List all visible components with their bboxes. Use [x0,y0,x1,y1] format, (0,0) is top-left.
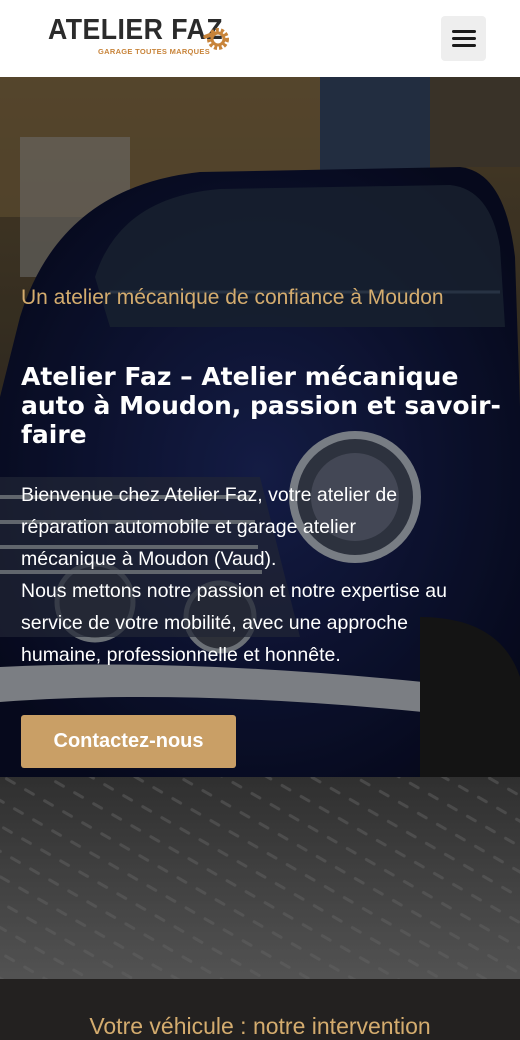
hamburger-icon [452,37,476,40]
contact-button[interactable]: Contactez-nous [21,715,236,768]
hero-paragraph-line: Nous mettons notre passion et notre expe… [21,580,447,602]
menu-button[interactable] [441,16,486,61]
site-logo[interactable]: ATELIER FAZ GARAGE TOUTES MARQUES [48,14,248,62]
hero-kicker: Un atelier mécanique de confiance à Moud… [21,286,444,309]
services-section: Votre véhicule : notre intervention [0,979,520,1040]
logo-subtitle: GARAGE TOUTES MARQUES [98,47,211,56]
site-header: ATELIER FAZ GARAGE TOUTES MARQUES [0,0,520,77]
hero-paragraph-line: Bienvenue chez Atelier Faz, votre atelie… [21,484,398,506]
hero-title: Atelier Faz – Atelier mécanique auto à M… [21,362,501,449]
hero-paragraph-line: mécanique à Moudon (Vaud). [21,548,277,570]
hero-paragraph-line: humaine, professionnelle et honnête. [21,644,341,666]
hero-section: Un atelier mécanique de confiance à Moud… [0,77,520,979]
logo-text: ATELIER FAZ [48,14,224,46]
hero-paragraph: Bienvenue chez Atelier Faz, votre atelie… [21,479,501,671]
hero-paragraph-line: réparation automobile et garage atelier [21,516,356,538]
services-title: Votre véhicule : notre intervention [89,1013,431,1039]
hero-paragraph-line: service de votre mobilité, avec une appr… [21,612,408,634]
hamburger-icon [452,30,476,33]
hamburger-icon [452,44,476,47]
